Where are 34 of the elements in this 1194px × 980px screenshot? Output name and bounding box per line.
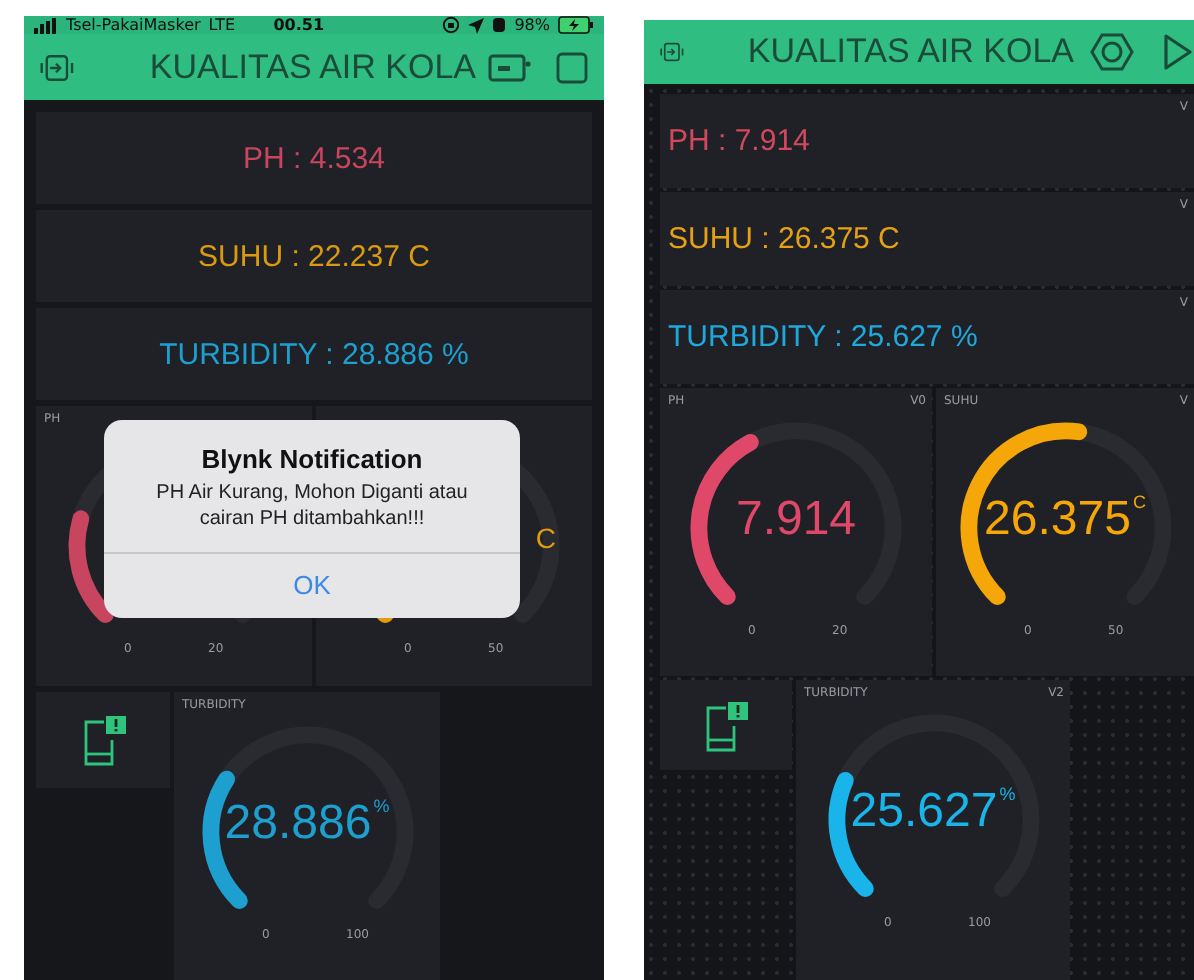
unit-label: C xyxy=(535,522,556,554)
settings-icon[interactable] xyxy=(1090,30,1134,74)
phone-alert-icon xyxy=(702,699,750,751)
display-value: SUHU : 26.375 C xyxy=(668,222,900,256)
gauge-value: 28.886 xyxy=(224,796,372,852)
gauge-value: 25.627 xyxy=(850,784,998,840)
unit-label: % xyxy=(999,784,1016,804)
carrier-name: Tsel-PakaiMasker xyxy=(66,16,201,34)
lock-rotation-icon xyxy=(442,16,461,34)
battery-icon xyxy=(557,16,594,34)
display-value: PH : 7.914 xyxy=(668,124,810,158)
card-icon[interactable] xyxy=(488,51,532,83)
dialog-title: Blynk Notification xyxy=(201,444,423,474)
unit-label: % xyxy=(373,796,390,816)
display-value: TURBIDITY : 28.886 % xyxy=(159,337,469,371)
notification-widget[interactable] xyxy=(660,680,792,770)
gauge-value: 26.375 xyxy=(984,492,1131,548)
dialog-message: PH Air Kurang, Mohon Diganti atau cairan PH ditambahkan!!! xyxy=(154,480,470,534)
display-value: TURBIDITY : 25.627 % xyxy=(668,320,978,354)
clock-time: 00.51 xyxy=(273,16,325,34)
notification-widget[interactable] xyxy=(36,692,170,788)
phone-alert-icon xyxy=(79,714,127,766)
app-title: KUALITAS AIR KOLA xyxy=(149,47,476,87)
display-value: PH : 4.534 xyxy=(243,141,385,175)
ok-button[interactable]: OK xyxy=(104,552,520,618)
network-type: LTE xyxy=(208,16,236,34)
unit-label: C xyxy=(1132,492,1146,512)
signal-icon xyxy=(34,17,58,33)
gauge-value: 7.914 xyxy=(735,492,857,548)
app-title: KUALITAS AIR KOLA xyxy=(747,32,1074,72)
battery-percent: 98% xyxy=(514,16,550,34)
play-icon[interactable] xyxy=(1162,32,1194,72)
stop-icon[interactable] xyxy=(556,51,588,83)
display-value: SUHU : 22.237 C xyxy=(198,239,430,273)
